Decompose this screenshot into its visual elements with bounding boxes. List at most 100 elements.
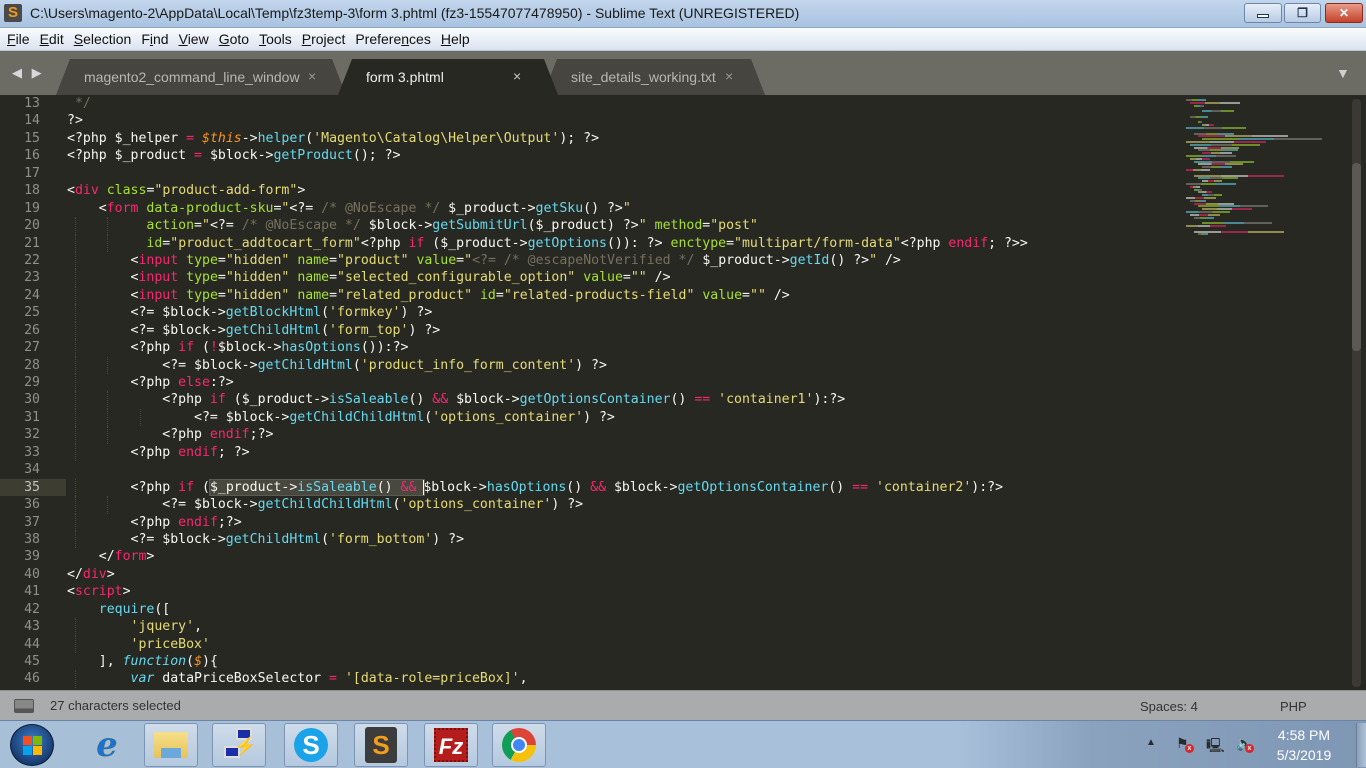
panel-toggle-icon[interactable] [14,699,34,713]
syntax-status[interactable]: PHP [1280,699,1307,714]
windows-logo-icon [23,736,43,756]
line-code[interactable]: <?php if ($_product->isSaleable() && $bl… [67,478,1003,496]
taskbar-skype[interactable]: S [284,723,338,767]
menu-project[interactable]: Project [297,28,351,51]
line-number: 25 [24,305,40,321]
line-code[interactable]: <?= $block->getChildHtml('product_info_f… [67,357,607,374]
show-desktop-button[interactable] [1356,723,1366,767]
tab-label: form 3.phtml [366,69,444,85]
line-number: 46 [24,671,40,687]
minimap-line [1202,152,1232,155]
sublime-text-icon: S [4,4,22,22]
minimize-icon [1257,14,1269,18]
tab-nav-arrows-icon[interactable]: ◀ ▶ [12,65,45,81]
menu-view[interactable]: View [174,28,214,51]
line-code[interactable]: <?php $_product = $block->getProduct(); … [67,147,401,164]
network-icon[interactable]: 🖳 [1206,735,1225,759]
line-code[interactable]: 'priceBox' [67,636,210,653]
tab-close-icon[interactable]: × [513,68,521,84]
minimap-line [1202,110,1234,113]
taskbar-sublime-text[interactable]: S [354,723,408,767]
scrollbar-thumb[interactable] [1352,163,1361,351]
close-button[interactable]: ✕ [1325,3,1363,23]
tab-site-details-working[interactable]: site_details_working.txt × [543,59,765,95]
selection-status: 27 characters selected [50,698,181,713]
minimap-line [1186,225,1226,227]
menu-bar: File Edit Selection Find View Goto Tools… [0,28,1366,51]
taskbar-filezilla[interactable]: Fz [424,723,478,767]
menu-tools[interactable]: Tools [254,28,297,51]
line-code[interactable]: <?= $block->getBlockHtml('formkey') ?> [67,304,433,321]
line-code[interactable]: <?php endif; ?> [67,444,250,461]
status-bar: 27 characters selected Spaces: 4 PHP [0,690,1366,720]
menu-selection[interactable]: Selection [69,28,137,51]
tray-overflow-icon[interactable]: ▲ [1146,737,1156,748]
line-code[interactable]: <?= $block->getChildChildHtml('options_c… [67,409,615,426]
line-number: 44 [24,636,40,652]
minimap[interactable] [1180,95,1340,245]
minimize-button[interactable] [1244,3,1282,23]
tab-close-icon[interactable]: × [725,68,733,84]
tab-form-3-phtml[interactable]: form 3.phtml × [338,59,558,95]
line-number: 38 [24,531,40,547]
volume-icon[interactable]: 🔈 x [1236,735,1254,753]
code-editor[interactable]: 13 */ 14 ?> 15 <?php $_helper = $this->helpe… [0,95,1366,690]
taskbar-file-explorer[interactable] [144,723,198,767]
line-code[interactable]: require([ [67,601,170,618]
line-code[interactable]: */ [67,95,91,112]
skype-icon: S [294,728,328,762]
line-code[interactable]: <?php if ($_product->isSaleable() && $bl… [67,391,845,408]
indentation-status[interactable]: Spaces: 4 [1140,699,1198,714]
line-code[interactable]: </div> [67,566,115,583]
line-code[interactable]: <input type="hidden" name="product" valu… [67,252,901,269]
menu-find[interactable]: Find [136,28,173,51]
line-code[interactable]: var dataPriceBoxSelector = '[data-role=p… [67,670,528,687]
line-code[interactable]: ?> [67,112,83,129]
line-number: 31 [24,409,40,425]
minimap-line [1194,216,1214,219]
tab-magento2-command-line-window[interactable]: magento2_command_line_window × [56,59,346,95]
line-number: 16 [24,148,40,164]
menu-goto[interactable]: Goto [214,28,254,51]
minimap-line [1194,230,1284,233]
taskbar-chrome[interactable] [492,723,546,767]
minimap-line [1194,104,1204,107]
line-number: 41 [24,584,40,600]
line-number: 43 [24,619,40,635]
line-code[interactable]: </form> [67,548,155,565]
line-number: 17 [24,165,40,181]
internet-explorer-icon: e [96,725,118,765]
restore-button[interactable]: ❐ [1284,3,1321,23]
line-code[interactable]: <div class="product-add-form"> [67,182,305,199]
tab-close-icon[interactable]: × [308,68,316,84]
clock[interactable]: 4:58 PM 5/3/2019 [1268,725,1340,765]
menu-help[interactable]: Help [436,28,475,51]
minimap-line [1202,166,1232,169]
line-code[interactable]: <?= $block->getChildChildHtml('options_c… [67,496,583,513]
line-code[interactable]: <input type="hidden" name="selected_conf… [67,269,671,286]
clock-time: 4:58 PM [1277,727,1331,743]
line-code[interactable]: <input type="hidden" name="related_produ… [67,287,790,304]
minimap-line [1186,211,1230,213]
line-code[interactable]: <?= $block->getChildHtml('form_top') ?> [67,322,441,339]
line-code[interactable]: <form data-product-sku="<?= /* @NoEscape… [67,200,631,217]
tab-list-dropdown-icon[interactable]: ▼ [1336,65,1350,81]
line-code[interactable]: <?php if (!$block->hasOptions()):?> [67,339,409,356]
line-code[interactable]: <?php endif;?> [67,514,242,531]
line-code[interactable]: <?php $_helper = $this->helper('Magento\… [67,130,599,147]
menu-preferences[interactable]: Preferences [350,28,436,51]
line-code[interactable]: action="<?= /* @NoEscape */ $block->getS… [67,217,757,234]
line-code[interactable]: <script> [67,583,131,600]
taskbar-internet-explorer[interactable]: e [80,723,134,767]
line-code[interactable]: <?php endif;?> [67,426,273,443]
line-code[interactable]: ], function($){ [67,653,218,670]
menu-file[interactable]: File [2,28,35,51]
menu-edit[interactable]: Edit [35,28,69,51]
line-code[interactable]: <?= $block->getChildHtml('form_bottom') … [67,531,465,548]
line-code[interactable]: id="product_addtocart_form"<?php if ($_p… [67,235,1027,252]
taskbar-putty[interactable]: ⚡ [212,723,266,767]
line-code[interactable]: 'jquery', [67,618,202,635]
start-button[interactable] [10,724,54,766]
action-center-flag-icon[interactable]: ⚑ x [1176,735,1194,753]
line-code[interactable]: <?php else:?> [67,374,234,391]
